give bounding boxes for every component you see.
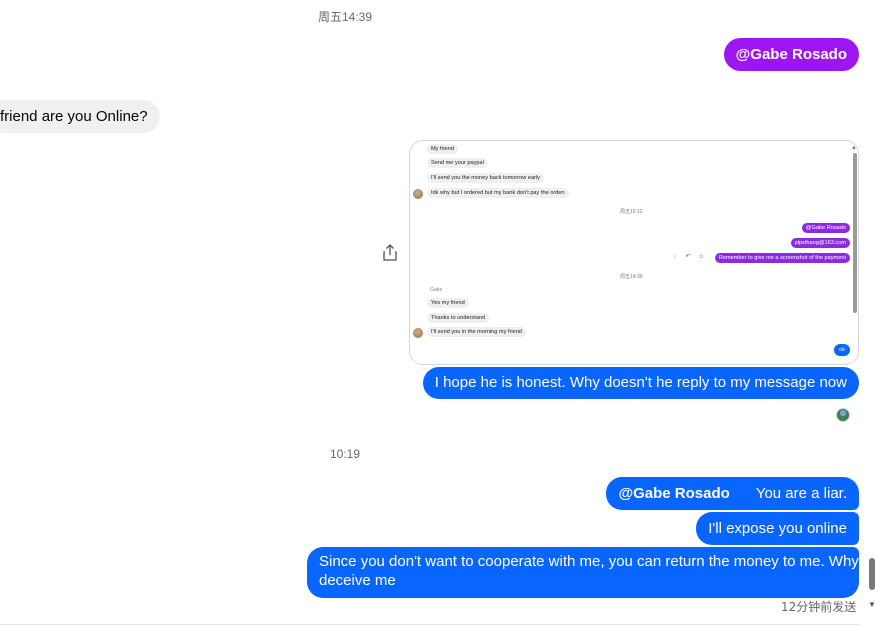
screenshot-mention: @Gabe Rosado bbox=[801, 223, 850, 233]
screenshot-message: I'll send you in the morning my friend bbox=[427, 327, 526, 337]
incoming-message[interactable]: friend are you Online? bbox=[0, 100, 160, 133]
scroll-down-icon[interactable]: ▼ bbox=[868, 600, 875, 609]
screenshot-message: My friend bbox=[427, 144, 459, 154]
screenshot-message: Idk why but I ordered but my bank don't … bbox=[427, 188, 569, 198]
outgoing-message[interactable]: I hope he is honest. Why doesn't he repl… bbox=[422, 367, 859, 399]
sender-avatar bbox=[413, 328, 423, 338]
screenshot-scrollbar bbox=[853, 153, 857, 313]
message-text: You are a liar. bbox=[755, 485, 847, 502]
sender-avatar bbox=[413, 189, 423, 199]
screenshot-message: Yes my friend bbox=[427, 298, 469, 308]
screenshot-message: I'll send you the money back tomorrow ea… bbox=[427, 173, 544, 183]
screenshot-timestamp: 周五10:12 bbox=[620, 209, 643, 215]
screenshot-message: Thanks to understand bbox=[427, 313, 490, 323]
sent-status: 12分钟前发送 bbox=[781, 600, 857, 614]
message-text: deceive me bbox=[319, 572, 396, 589]
message-text: Since you don't want to cooperate with m… bbox=[319, 553, 859, 570]
seen-avatar bbox=[836, 408, 850, 422]
message-actions-icons: ⋮ ↶ ☺ bbox=[672, 254, 708, 260]
screenshot-timestamp: 周五14:39 bbox=[620, 274, 643, 280]
share-icon[interactable] bbox=[382, 244, 398, 262]
screenshot-message: Send me your paypal bbox=[427, 158, 488, 168]
mention-bubble[interactable]: @Gabe Rosado bbox=[723, 38, 859, 71]
screenshot-message-out: Remember to give me a screenshot of the … bbox=[714, 253, 850, 263]
divider bbox=[0, 624, 860, 625]
screenshot-message-out: ok bbox=[834, 344, 850, 356]
shared-screenshot-image[interactable]: ▲ My friend Send me your paypal I'll sen… bbox=[409, 140, 859, 365]
outgoing-message[interactable]: Since you don't want to cooperate with m… bbox=[307, 547, 859, 598]
outgoing-message[interactable]: @Gabe Rosado You are a liar. bbox=[606, 477, 859, 510]
timestamp: 周五14:39 bbox=[318, 10, 373, 24]
timestamp: 10:19 bbox=[330, 447, 361, 461]
message-text: friend are you Online? bbox=[0, 108, 148, 125]
outgoing-message[interactable]: I'll expose you online bbox=[696, 512, 859, 545]
mention-tag[interactable]: @Gabe Rosado bbox=[618, 485, 729, 502]
scroll-up-icon: ▲ bbox=[851, 145, 857, 151]
screenshot-email: plpsthang@163.com bbox=[790, 238, 850, 248]
scrollbar-thumb[interactable] bbox=[869, 558, 875, 590]
screenshot-sender-name: Gabe bbox=[430, 287, 443, 293]
